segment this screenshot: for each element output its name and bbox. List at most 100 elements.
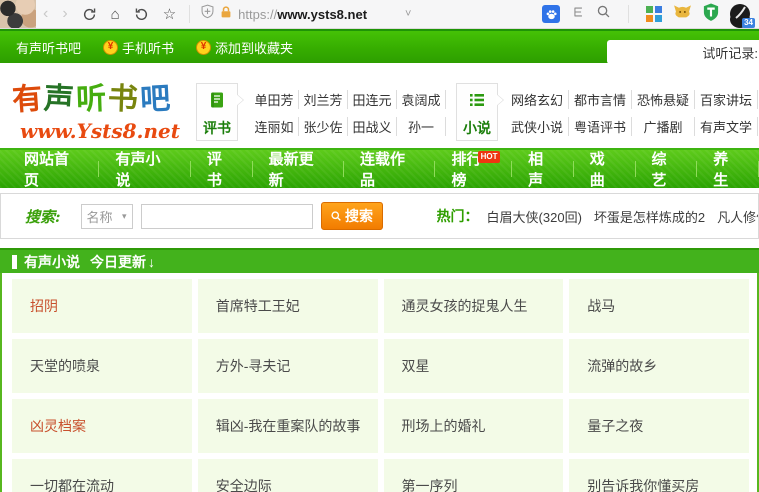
nav-item-pingshu[interactable]: 评书 bbox=[191, 150, 253, 189]
search-type-value: 名称 bbox=[86, 209, 113, 225]
notification-badge: 34 bbox=[742, 17, 755, 28]
baidu-paw-icon[interactable] bbox=[542, 5, 560, 23]
cat-extension-icon[interactable] bbox=[673, 4, 692, 24]
page-url[interactable]: https://www.ysts8.net bbox=[238, 7, 367, 22]
book-link[interactable]: 第一序列 bbox=[383, 459, 564, 492]
yen-coin-icon: ¥ bbox=[103, 39, 119, 55]
artist-link[interactable]: 张少佐 bbox=[299, 117, 348, 136]
genre-link[interactable]: 粤语评书 bbox=[569, 117, 632, 136]
nav-item-home[interactable]: 网站首页 bbox=[8, 150, 100, 189]
book-link[interactable]: 凶灵档案 bbox=[12, 399, 192, 453]
search-bar: 搜索: 名称 ▾ 搜索 热门： 白眉大侠(320回) 坏蛋是怎样炼成的2 凡人修… bbox=[0, 193, 759, 239]
forward-icon[interactable]: › bbox=[62, 6, 67, 22]
nav-item-latest[interactable]: 最新更新 bbox=[253, 150, 345, 189]
back-icon[interactable]: ‹ bbox=[43, 6, 48, 22]
search-type-select[interactable]: 名称 ▾ bbox=[80, 203, 133, 229]
genre-link[interactable]: 恐怖悬疑 bbox=[632, 90, 695, 109]
search-button[interactable]: 搜索 bbox=[320, 202, 383, 230]
star-icon[interactable]: ☆ bbox=[163, 7, 176, 22]
artist-link[interactable]: 袁阔成 bbox=[397, 90, 446, 109]
genre-link[interactable]: 武侠小说 bbox=[506, 117, 569, 136]
section-marker bbox=[12, 254, 17, 269]
nav-item-serials[interactable]: 连载作品 bbox=[344, 150, 436, 189]
genre-link[interactable]: 都市言情 bbox=[569, 90, 632, 109]
hot-link[interactable]: 凡人修仙传 bbox=[717, 207, 758, 226]
refresh-icon[interactable] bbox=[82, 7, 97, 22]
app-grid-icon[interactable] bbox=[646, 6, 662, 22]
hot-label: 热门： bbox=[436, 208, 479, 224]
nav-item-ranking[interactable]: 排行榜 HOT bbox=[435, 150, 512, 189]
genre-link[interactable]: 有声文学 bbox=[695, 117, 758, 136]
book-link[interactable]: 方外-寻夫记 bbox=[197, 339, 378, 393]
book-link[interactable]: 辑凶-我在重案队的故事 bbox=[197, 399, 378, 453]
artist-link[interactable]: 田连元 bbox=[348, 90, 397, 109]
nav-item-variety[interactable]: 综艺 bbox=[636, 150, 698, 189]
search-label: 搜索: bbox=[25, 207, 61, 226]
hot-link[interactable]: 坏蛋是怎样炼成的2 bbox=[594, 207, 705, 226]
pingshu-category-box[interactable]: 评书 bbox=[196, 83, 238, 141]
book-link[interactable]: 刑场上的婚礼 bbox=[383, 399, 564, 453]
artist-link[interactable]: 连丽如 bbox=[250, 117, 299, 136]
logo-url: www.Ysts8.net bbox=[20, 119, 181, 143]
genre-link[interactable]: 百家讲坛 bbox=[695, 90, 758, 109]
site-header: 有声听书吧 www.Ysts8.net 评书 单田芳 刘兰芳 田连元 袁阔成 连… bbox=[0, 63, 759, 150]
nav-item-audiobooks[interactable]: 有声小说 bbox=[99, 150, 192, 189]
search-icon bbox=[331, 211, 341, 221]
search-input[interactable] bbox=[140, 203, 313, 229]
address-bar[interactable]: https://www.ysts8.net ˅ bbox=[200, 4, 411, 24]
artist-link[interactable]: 田战义 bbox=[348, 117, 397, 136]
listen-history-panel[interactable]: 试听记录: bbox=[607, 40, 759, 64]
book-link[interactable]: 一切都在流动 bbox=[12, 459, 192, 492]
search-icon[interactable] bbox=[596, 4, 611, 24]
genre-link[interactable]: 网络玄幻 bbox=[506, 90, 569, 109]
pingshu-artist-links: 单田芳 刘兰芳 田连元 袁阔成 连丽如 张少佐 田战义 孙一 bbox=[250, 86, 446, 140]
undo-icon[interactable] bbox=[134, 7, 149, 22]
add-favorite-link[interactable]: ¥ 添加到收藏夹 bbox=[196, 38, 293, 57]
section-subtitle: 今日更新 bbox=[90, 253, 146, 270]
url-host: www.ysts8.net bbox=[277, 6, 368, 22]
yen-coin-icon: ¥ bbox=[196, 39, 212, 55]
topbar-site-name[interactable]: 有声听书吧 bbox=[16, 38, 81, 57]
home-icon[interactable]: ⌂ bbox=[111, 7, 120, 22]
book-link[interactable]: 流弹的故乡 bbox=[569, 339, 749, 393]
browser-theme-image bbox=[0, 0, 36, 28]
tampermonkey-shield-icon[interactable] bbox=[703, 3, 719, 26]
xiaoshuo-category-label: 小说 bbox=[463, 120, 491, 136]
toolbar-divider bbox=[628, 5, 629, 23]
nav-item-health[interactable]: 养生 bbox=[697, 150, 759, 189]
list-icon bbox=[470, 94, 484, 106]
reader-icon[interactable] bbox=[571, 5, 585, 24]
mobile-listen-link[interactable]: ¥ 手机听书 bbox=[103, 38, 174, 57]
artist-link[interactable]: 孙一 bbox=[397, 117, 446, 136]
nav-item-opera[interactable]: 戏曲 bbox=[574, 150, 636, 189]
xiaoshuo-category-box[interactable]: 小说 bbox=[456, 83, 498, 141]
book-link[interactable]: 战马 bbox=[569, 279, 749, 333]
down-arrow-icon: ↓ bbox=[148, 253, 155, 270]
search-button-label: 搜索 bbox=[345, 208, 374, 224]
book-link[interactable]: 天堂的喷泉 bbox=[12, 339, 192, 393]
updates-table: 招阴 首席特工王妃 通灵女孩的捉鬼人生 战马 天堂的喷泉 方外-寻夫记 双星 流… bbox=[0, 273, 759, 492]
book-link[interactable]: 首席特工王妃 bbox=[197, 279, 378, 333]
artist-link[interactable]: 单田芳 bbox=[250, 90, 299, 109]
book-link[interactable]: 双星 bbox=[383, 339, 564, 393]
book-link[interactable]: 别告诉我你懂买房 bbox=[569, 459, 749, 492]
ssl-lock-icon[interactable] bbox=[219, 5, 233, 24]
book-link[interactable]: 安全边际 bbox=[197, 459, 378, 492]
chevron-down-icon[interactable]: ˅ bbox=[405, 8, 411, 20]
site-permission-shield-icon[interactable] bbox=[200, 4, 215, 24]
add-favorite-label: 添加到收藏夹 bbox=[215, 40, 294, 56]
book-link[interactable]: 招阴 bbox=[12, 279, 192, 333]
genre-link[interactable]: 广播剧 bbox=[632, 117, 695, 136]
hot-link[interactable]: 白眉大侠(320回) bbox=[487, 207, 582, 226]
artist-link[interactable]: 刘兰芳 bbox=[299, 90, 348, 109]
url-scheme: https:// bbox=[238, 6, 278, 22]
mobile-listen-label: 手机听书 bbox=[122, 40, 175, 56]
profile-avatar[interactable]: 34 bbox=[730, 3, 755, 28]
site-logo[interactable]: 有声听书吧 www.Ysts8.net bbox=[11, 74, 181, 143]
book-link[interactable]: 量子之夜 bbox=[569, 399, 749, 453]
chevron-down-icon: ▾ bbox=[122, 210, 127, 221]
book-link[interactable]: 通灵女孩的捉鬼人生 bbox=[383, 279, 564, 333]
nav-item-crosstalk[interactable]: 相声 bbox=[512, 150, 574, 189]
browser-toolbar: ‹ › ⌂ ☆ https://www.ysts8.net ˅ 34 bbox=[0, 0, 759, 29]
listen-history-label: 试听记录: bbox=[702, 45, 758, 61]
